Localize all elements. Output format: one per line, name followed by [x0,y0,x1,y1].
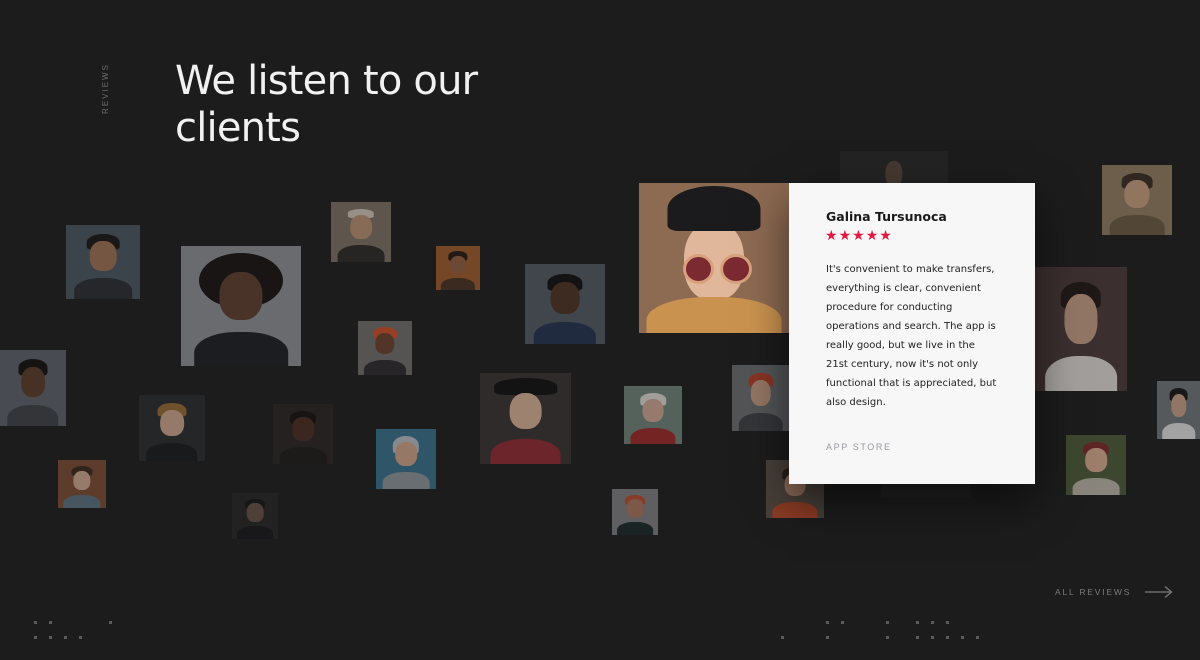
avatar[interactable] [1102,165,1172,235]
avatar[interactable] [181,246,301,366]
reviewer-name: Galina Tursunoca [826,209,947,224]
featured-reviewer-photo [639,183,789,333]
avatar[interactable] [840,151,948,183]
avatar[interactable] [1066,435,1126,495]
star-icon: ★ [865,228,879,244]
all-reviews-link[interactable]: ALL REVIEWS [1055,585,1173,599]
star-icon: ★ [879,228,892,244]
avatar[interactable] [273,404,333,464]
all-reviews-label: ALL REVIEWS [1055,587,1132,597]
avatar[interactable] [0,350,66,426]
avatar[interactable] [1035,267,1127,391]
avatar[interactable] [58,460,106,508]
star-icon: ★ [825,228,838,244]
avatar[interactable] [480,373,571,464]
avatar[interactable] [376,429,436,489]
review-source[interactable]: APP STORE [826,442,892,452]
avatar[interactable] [525,264,605,344]
avatar[interactable] [436,246,480,290]
star-icon: ★ [852,228,865,244]
avatar[interactable] [732,365,789,431]
star-icon: ★ [838,228,852,244]
page-title: We listen to our clients [175,58,478,151]
reviews-section: REVIEWS We listen to our clients Galina … [0,0,1200,660]
avatar[interactable] [139,395,205,461]
arrow-right-icon [1145,586,1173,598]
avatar[interactable] [612,489,658,535]
avatar[interactable] [66,225,140,299]
avatar[interactable] [331,202,391,262]
avatar[interactable] [624,386,682,444]
review-card: Galina Tursunoca ★ ★ ★ ★ ★ It's convenie… [789,183,1035,484]
section-label-text: REVIEWS [100,62,110,114]
avatar[interactable] [1157,381,1200,439]
rating-stars: ★ ★ ★ ★ ★ [825,229,892,243]
avatar[interactable] [232,493,278,539]
avatar[interactable] [881,484,971,498]
avatar[interactable] [358,321,412,375]
review-text: It's convenient to make transfers, every… [826,264,997,408]
section-label: REVIEWS [97,62,113,114]
